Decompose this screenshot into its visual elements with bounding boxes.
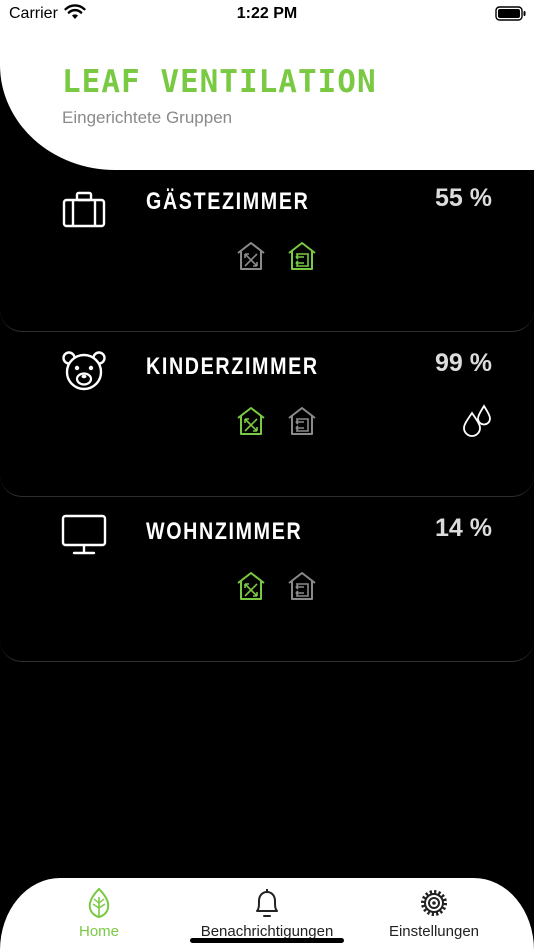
crossflow-mode-icon[interactable] [235,570,267,602]
subtitle: Eingerichtete Gruppen [62,108,233,127]
exhaust-mode-icon[interactable] [286,240,318,272]
exhaust-mode-icon[interactable] [286,570,318,602]
crossflow-mode-icon[interactable] [235,240,267,272]
gear-icon [421,890,447,916]
crossflow-mode-icon[interactable] [235,405,267,437]
room-card-gaestezimmer[interactable]: GÄSTEZIMMER 55 % [0,172,534,332]
room-name: GÄSTEZIMMER [146,188,310,215]
tab-home[interactable]: Home [58,878,140,950]
room-percent: 55 % [435,184,492,212]
exhaust-mode-icon[interactable] [286,405,318,437]
teddy-bear-icon [62,351,106,391]
suitcase-icon [62,191,106,228]
room-name: KINDERZIMMER [146,353,319,380]
room-card-kinderzimmer[interactable]: KINDERZIMMER 99 % [0,337,534,497]
room-card-wohnzimmer[interactable]: WOHNZIMMER 14 % [0,502,534,662]
room-percent: 99 % [435,349,492,377]
status-time: 1:22 PM [236,5,298,22]
room-percent: 14 % [435,514,492,542]
monitor-icon [61,514,107,555]
tab-bar: Home Benachrichtigungen Einstellungen [0,878,534,950]
status-bar: Carrier 1:22 PM [0,0,534,30]
humidity-icon [463,404,491,437]
battery-icon [495,6,526,21]
home-indicator [190,938,344,943]
tab-label: Einstellungen [388,923,480,940]
tab-settings[interactable]: Einstellungen [378,878,490,950]
tab-label: Home [78,923,119,940]
leaf-icon [88,887,110,919]
room-name: WOHNZIMMER [146,518,303,545]
app-title: LEAF VENTILATION [62,64,377,100]
bell-icon [256,889,278,917]
